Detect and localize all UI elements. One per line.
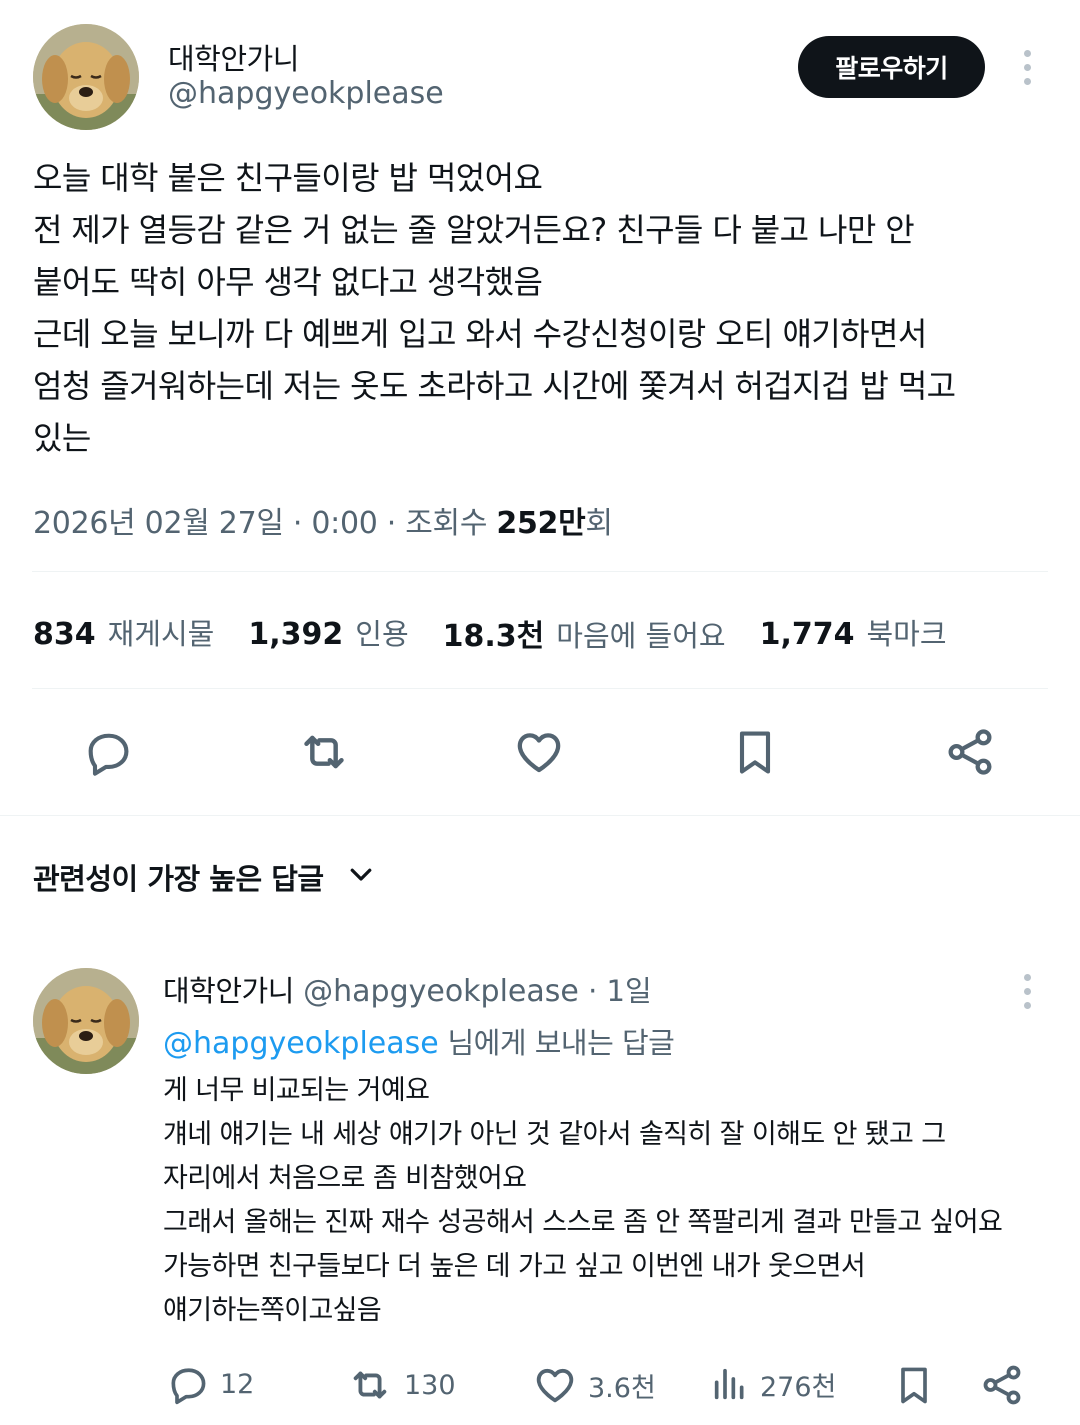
views-count: 252만 [496,506,586,541]
likes-stat[interactable]: 18.3천 마음에 들어요 [443,611,726,655]
divider [32,571,1048,572]
reply-like-button[interactable]: 3.6천 [532,1362,656,1408]
author-handle[interactable]: @hapgyeokplease [168,76,444,111]
bookmark-icon[interactable] [725,722,785,782]
engagement-stats: 834 재게시물 1,392 인용 18.3천 마음에 들어요 1,774 북마크 [33,611,947,655]
tweet-line: 엄청 즐거워하는데 저는 옷도 초라하고 시간에 쫓겨서 허겁지겁 밥 먹고 [33,367,956,405]
reposts-stat[interactable]: 834 재게시물 [33,611,214,655]
reply-count: 12 [220,1368,255,1400]
like-count: 3.6천 [588,1372,656,1404]
reply-line: 그래서 올해는 진짜 재수 성공해서 스스로 좀 안 쪽팔리게 결과 만들고 싶… [163,1207,1003,1238]
quotes-count: 1,392 [248,617,344,652]
reply-more-options-icon[interactable] [1015,974,1039,1009]
author-avatar[interactable] [33,24,139,130]
reply-time[interactable]: · 1일 [588,974,652,1008]
replying-to-label: 님에게 보내는 답글 [438,1026,675,1060]
replies-sort-dropdown[interactable]: 관련성이 가장 높은 답글 [33,856,376,898]
tweet-line: 오늘 대학 붙은 친구들이랑 밥 먹었어요 [33,159,543,197]
reply-author-name[interactable]: 대학안가니 [163,974,294,1008]
follow-button[interactable]: 팔로우하기 [798,36,985,98]
views-icon [714,1368,744,1400]
views-count: 276천 [760,1371,837,1403]
reply-line: 가능하면 친구들보다 더 높은 데 가고 싶고 이번엔 내가 웃으면서 [163,1251,866,1282]
share-icon[interactable] [940,722,1000,782]
timestamp-and-views-label[interactable]: 2026년 02월 27일 · 0:00 · 조회수 [33,506,496,541]
tweet-line: 붙어도 딱히 아무 생각 없다고 생각했음 [33,263,543,301]
tweet-line: 있는 [33,419,91,457]
reposts-count: 834 [33,617,96,652]
reply-header: 대학안가니 @hapgyeokplease · 1일 [163,968,652,1010]
reply-share-icon[interactable] [978,1362,1026,1408]
reply-line: 게 너무 비교되는 거예요 [163,1075,430,1106]
reply-bookmark-icon[interactable] [890,1362,938,1408]
reply-text: 게 너무 비교되는 거예요 걔네 얘기는 내 세상 얘기가 아닌 것 같아서 솔… [163,1069,1003,1333]
replying-to: @hapgyeokplease 님에게 보내는 답글 [163,1020,675,1062]
reply-icon[interactable] [78,722,138,782]
like-icon[interactable] [509,722,569,782]
replies-sort-label: 관련성이 가장 높은 답글 [33,862,324,896]
quotes-label: 인용 [355,617,409,651]
reply-line: 얘기하는쪽이고싶음 [163,1295,382,1326]
views-suffix: 회 [585,506,613,541]
reply-retweet-button[interactable]: 130 [346,1362,456,1408]
tweet-text: 오늘 대학 붙은 친구들이랑 밥 먹었어요 전 제가 열등감 같은 거 없는 줄… [33,152,956,464]
reply-line: 자리에서 처음으로 좀 비참했어요 [163,1163,527,1194]
like-icon [536,1368,574,1403]
tweet-line: 근데 오늘 보니까 다 예쁘게 입고 와서 수강신청이랑 오티 얘기하면서 [33,315,927,353]
reply-reply-button[interactable]: 12 [166,1362,254,1406]
reply-line: 걔네 얘기는 내 세상 얘기가 아닌 것 같아서 솔직히 잘 이해도 안 됐고 … [163,1119,946,1150]
chevron-down-icon [346,859,376,896]
bookmarks-stat[interactable]: 1,774 북마크 [760,611,947,655]
reply-author-handle[interactable]: @hapgyeokplease [303,974,579,1009]
retweet-count: 130 [404,1369,456,1401]
replying-to-handle[interactable]: @hapgyeokplease [163,1026,439,1061]
divider [0,815,1080,816]
reposts-label: 재게시물 [107,617,215,651]
reply-author-avatar[interactable] [33,968,139,1074]
divider [32,688,1048,689]
author-name[interactable]: 대학안가니 [168,36,299,78]
bookmarks-label: 북마크 [866,617,947,651]
bookmarks-count: 1,774 [759,617,855,652]
quotes-stat[interactable]: 1,392 인용 [248,611,408,655]
retweet-icon[interactable] [294,722,354,782]
tweet-line: 전 제가 열등감 같은 거 없는 줄 알았거든요? 친구들 다 붙고 나만 안 [33,211,915,249]
reply-icon [171,1368,206,1405]
more-options-icon[interactable] [1015,50,1039,85]
likes-count: 18.3천 [442,619,545,654]
likes-label: 마음에 들어요 [556,619,726,653]
reply-views-button[interactable]: 276천 [710,1362,836,1406]
tweet-meta: 2026년 02월 27일 · 0:00 · 조회수 252만회 [33,498,613,542]
retweet-icon [353,1371,387,1399]
